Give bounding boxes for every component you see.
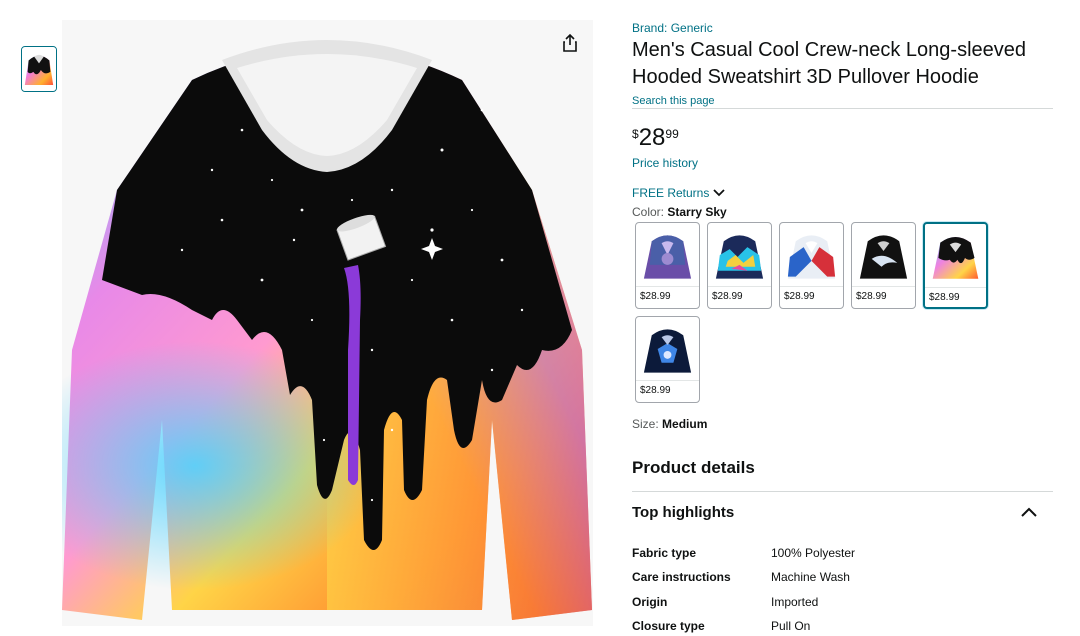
size-label: Size: [632,417,659,431]
swatch-price: $28.99 [712,291,743,302]
color-swatch-black-wave[interactable]: $28.99 [851,222,916,309]
swatch-image [927,226,984,284]
price-fraction: 99 [665,127,679,141]
free-returns-link[interactable]: FREE Returns [632,186,725,200]
divider [852,286,915,287]
divider [636,286,699,287]
spec-value: Machine Wash [771,570,850,584]
color-value: Starry Sky [667,205,727,219]
divider [636,380,699,381]
price-symbol: $ [632,127,639,141]
color-swatch-blue-wolf[interactable]: $28.99 [635,316,700,403]
size-value: Medium [662,417,708,431]
color-swatch-neon-splash[interactable]: $28.99 [707,222,772,309]
color-swatch-galaxy-wolf[interactable]: $28.99 [635,222,700,309]
main-product-image[interactable] [62,20,593,626]
divider [780,286,843,287]
swatch-price: $28.99 [856,291,887,302]
chevron-up-icon[interactable] [1020,506,1038,518]
thumbnail-image[interactable] [21,46,57,92]
spec-value: Pull On [771,619,811,633]
hoodie-thumbnail-graphic [22,47,56,91]
swatch-image [638,319,697,377]
divider [632,491,1053,492]
swatch-price: $28.99 [640,385,671,396]
chevron-down-icon [713,189,725,197]
swatch-price: $28.99 [640,291,671,302]
spec-key: Closure type [632,619,705,633]
spec-row-closure-type: Closure type Pull On [632,619,1052,633]
spec-row-fabric-type: Fabric type 100% Polyester [632,546,1052,560]
divider [632,108,1053,109]
spec-row-care-instructions: Care instructions Machine Wash [632,570,1052,584]
free-returns-label: FREE Returns [632,186,710,200]
price: $2899 [632,124,679,152]
color-selection: Color: Starry Sky [632,205,727,219]
divider [708,286,771,287]
top-highlights-toggle[interactable]: Top highlights [632,504,734,521]
color-swatch-starry-sky[interactable]: $28.99 [923,222,988,309]
product-title: Men's Casual Cool Crew-neck Long-sleeved… [632,39,1027,88]
swatch-price: $28.99 [929,292,960,303]
swatch-image [854,225,913,283]
swatch-image [638,225,697,283]
spec-row-origin: Origin Imported [632,595,1052,609]
swatch-image [710,225,769,283]
hoodie-graphic [62,20,593,626]
price-history-link[interactable]: Price history [632,156,698,170]
spec-key: Care instructions [632,570,731,584]
color-label: Color: [632,205,665,219]
color-swatch-red-blue-wolf[interactable]: $28.99 [779,222,844,309]
spec-key: Fabric type [632,546,697,560]
brand-link[interactable]: Brand: Generic [632,21,713,35]
product-details-heading: Product details [632,458,755,477]
spec-key: Origin [632,595,668,609]
swatch-price: $28.99 [784,291,815,302]
swatch-image [782,225,841,283]
divider [925,287,986,288]
share-icon[interactable] [560,33,580,53]
price-whole: 28 [638,124,666,151]
spec-value: Imported [771,595,819,609]
spec-value: 100% Polyester [771,546,856,560]
size-selection: Size: Medium [632,417,707,431]
search-this-page-link[interactable]: Search this page [632,95,715,107]
